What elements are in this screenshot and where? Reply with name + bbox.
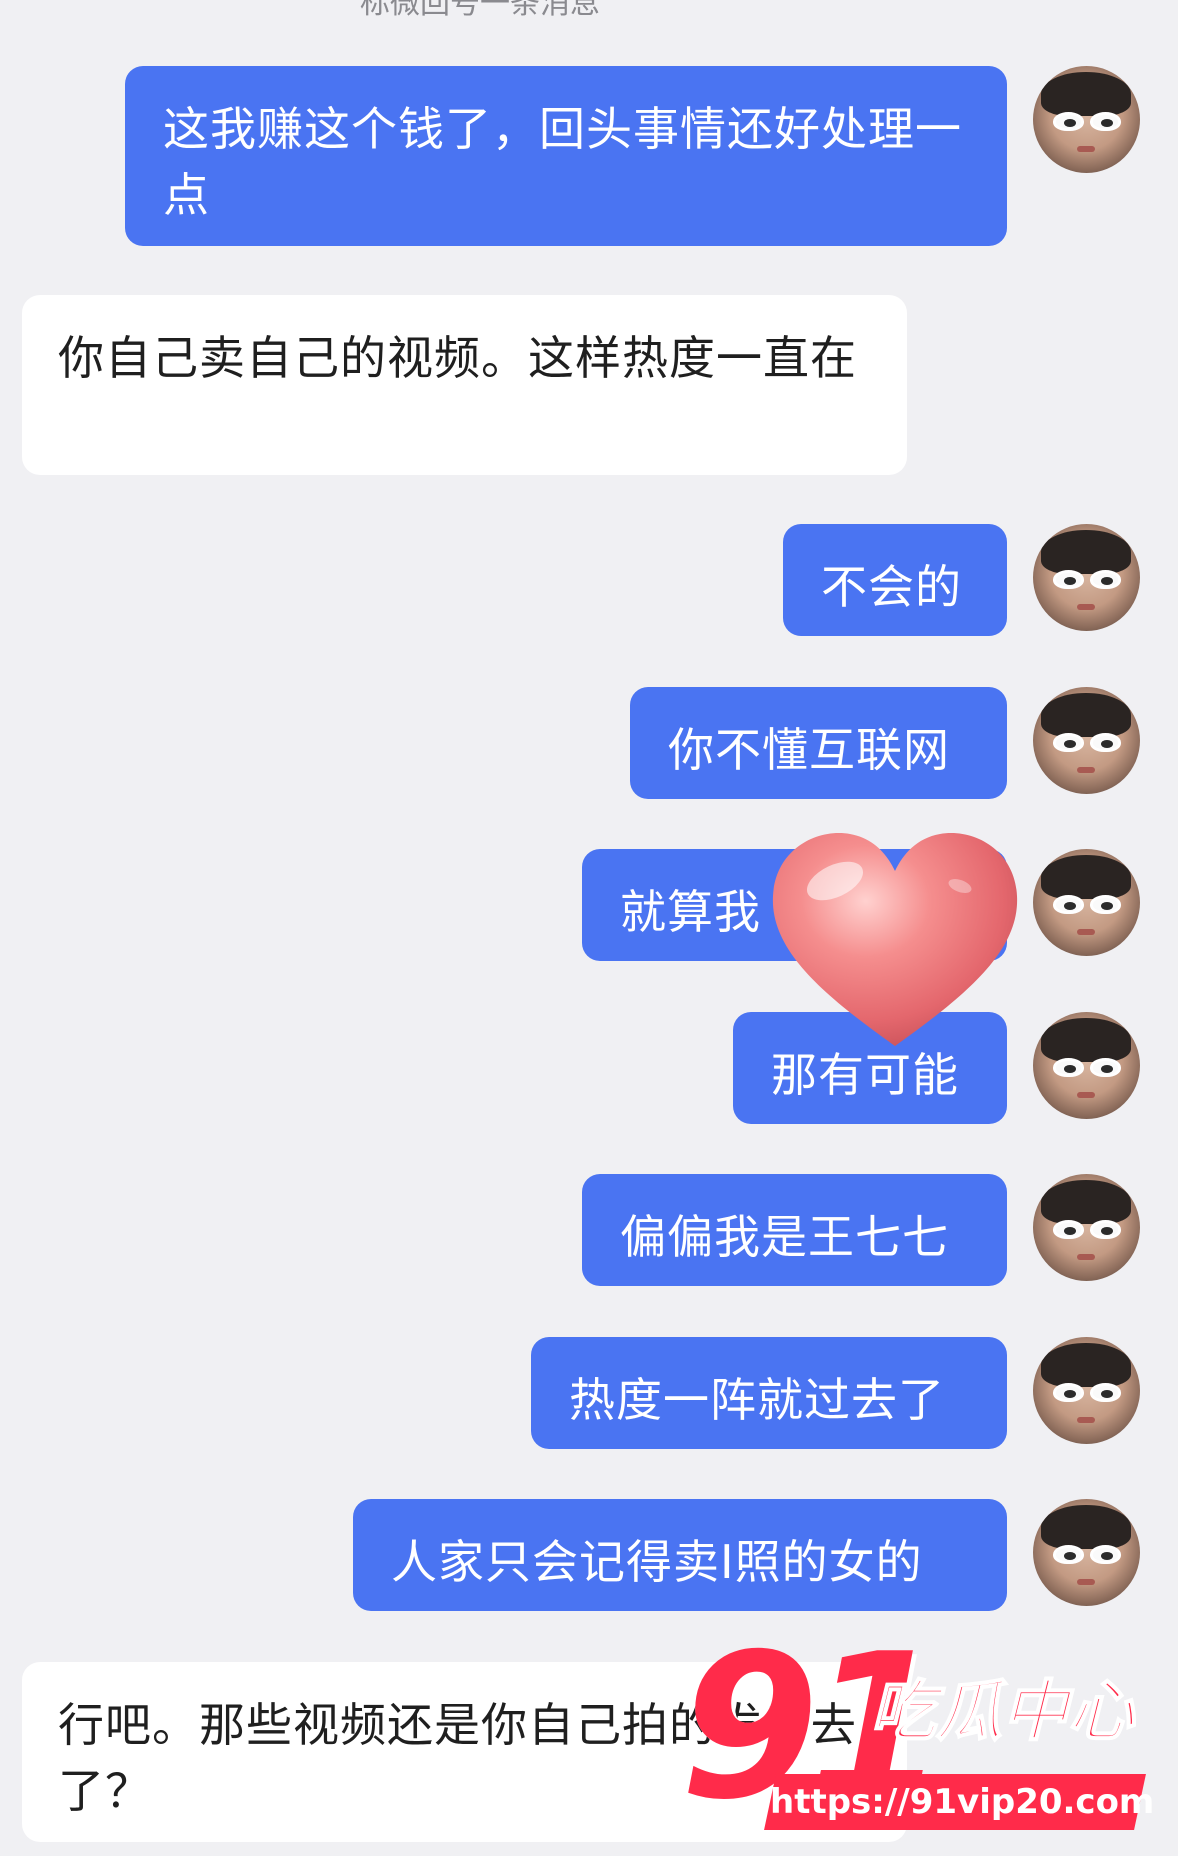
- avatar[interactable]: [1033, 849, 1140, 956]
- heart-sticker-icon: [772, 833, 1018, 1046]
- message-text: 偏偏我是王七七: [620, 1210, 949, 1264]
- avatar[interactable]: [1033, 687, 1140, 794]
- message-bubble-outgoing[interactable]: 不会的: [783, 524, 1007, 636]
- watermark-url: https://91vip20.com: [764, 1774, 1154, 1830]
- avatar[interactable]: [1033, 524, 1140, 631]
- message-text: 就算我: [620, 885, 761, 939]
- message-bubble-outgoing[interactable]: 人家只会记得卖I照的女的: [353, 1499, 1007, 1611]
- avatar[interactable]: [1033, 1012, 1140, 1119]
- message-bubble-outgoing[interactable]: 偏偏我是王七七: [582, 1174, 1007, 1286]
- avatar[interactable]: [1033, 1174, 1140, 1281]
- partial-header-text: 标微回号一条消息: [360, 0, 600, 21]
- message-bubble-outgoing[interactable]: 你不懂互联网: [630, 687, 1007, 799]
- watermark-title: 吃瓜中心: [869, 1672, 1135, 1751]
- message-text: 你自己卖自己的视频。这样热度一直在: [58, 331, 857, 385]
- message-text: 人家只会记得卖I照的女的: [391, 1535, 923, 1589]
- message-text: 这我赚这个钱了，回头事情还好处理一点: [163, 102, 962, 222]
- watermark-logo: 91 吃瓜中心 https://91vip20.com: [680, 1628, 1154, 1856]
- avatar[interactable]: [1033, 66, 1140, 173]
- message-text: 那有可能: [771, 1048, 959, 1102]
- avatar[interactable]: [1033, 1499, 1140, 1606]
- message-text: 不会的: [821, 560, 962, 614]
- message-bubble-outgoing[interactable]: 热度一阵就过去了: [531, 1337, 1007, 1449]
- message-bubble-incoming[interactable]: 你自己卖自己的视频。这样热度一直在: [22, 295, 907, 475]
- avatar[interactable]: [1033, 1337, 1140, 1444]
- message-bubble-outgoing[interactable]: 这我赚这个钱了，回头事情还好处理一点: [125, 66, 1007, 246]
- message-text: 热度一阵就过去了: [569, 1373, 945, 1427]
- message-text: 你不懂互联网: [668, 723, 950, 777]
